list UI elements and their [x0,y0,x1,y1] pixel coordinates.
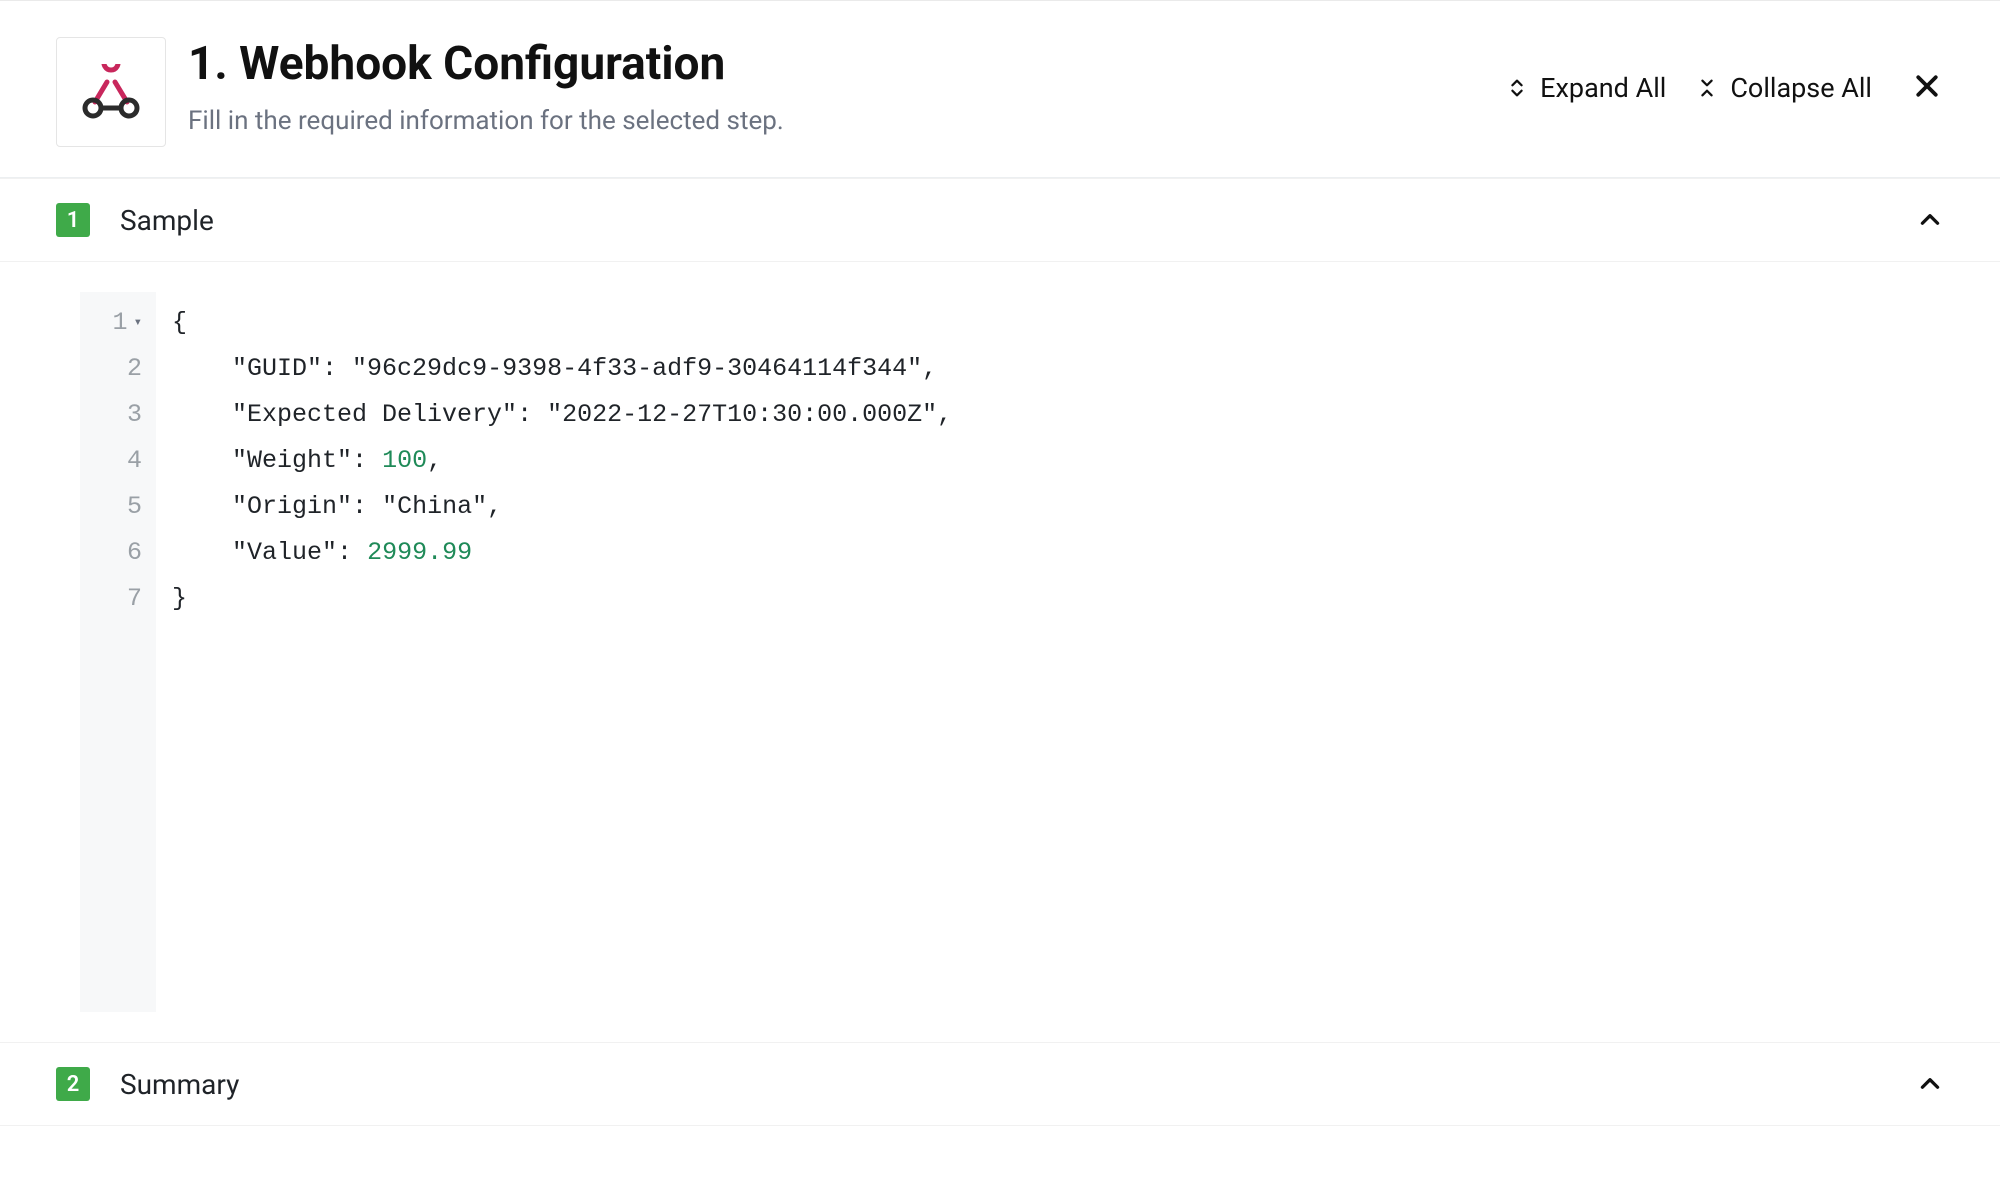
line-number: 1▾ [98,300,142,346]
collapse-all-label: Collapse All [1730,72,1872,104]
page-title: 1. Webhook Configuration [188,37,1482,92]
line-number: 6 [98,530,142,576]
section-title: Summary [120,1068,1886,1101]
header: 1. Webhook Configuration Fill in the req… [0,1,2000,177]
editor-code[interactable]: { "GUID": "96c29dc9-9398-4f33-adf9-30464… [156,292,1944,1012]
header-actions: Expand All Collapse All [1504,71,1944,105]
code-line: "Expected Delivery": "2022-12-27T10:30:0… [172,392,1928,438]
line-number: 7 [98,576,142,622]
code-line: "Origin": "China", [172,484,1928,530]
fold-toggle-icon[interactable]: ▾ [134,300,142,346]
expand-all-button[interactable]: Expand All [1504,72,1666,104]
page-subtitle: Fill in the required information for the… [188,106,1482,136]
line-number: 5 [98,484,142,530]
section-row-sample[interactable]: 1 Sample [0,178,2000,262]
code-line: "Value": 2999.99 [172,530,1928,576]
webhook-logo-box [56,37,166,147]
code-line: } [172,576,1928,622]
close-icon [1912,71,1942,105]
step-badge: 2 [56,1067,90,1101]
chevron-up-icon [1916,1070,1944,1098]
title-block: 1. Webhook Configuration Fill in the req… [188,37,1482,136]
section-title: Sample [120,204,1886,237]
collapse-icon [1694,75,1720,101]
line-number: 4 [98,438,142,484]
editor-gutter: 1▾234567 [80,292,156,1012]
line-number: 3 [98,392,142,438]
code-line: "Weight": 100, [172,438,1928,484]
expand-icon [1504,75,1530,101]
expand-all-label: Expand All [1540,72,1666,104]
chevron-up-icon [1916,206,1944,234]
editor-wrap: 1▾234567 { "GUID": "96c29dc9-9398-4f33-a… [0,262,2000,1042]
code-line: "GUID": "96c29dc9-9398-4f33-adf9-3046411… [172,346,1928,392]
collapse-all-button[interactable]: Collapse All [1694,72,1872,104]
step-badge: 1 [56,203,90,237]
section-row-summary[interactable]: 2 Summary [0,1042,2000,1126]
code-line: { [172,300,1928,346]
page: 1. Webhook Configuration Fill in the req… [0,0,2000,1196]
close-button[interactable] [1910,71,1944,105]
webhook-icon [81,64,141,120]
line-number: 2 [98,346,142,392]
json-editor[interactable]: 1▾234567 { "GUID": "96c29dc9-9398-4f33-a… [80,292,1944,1012]
